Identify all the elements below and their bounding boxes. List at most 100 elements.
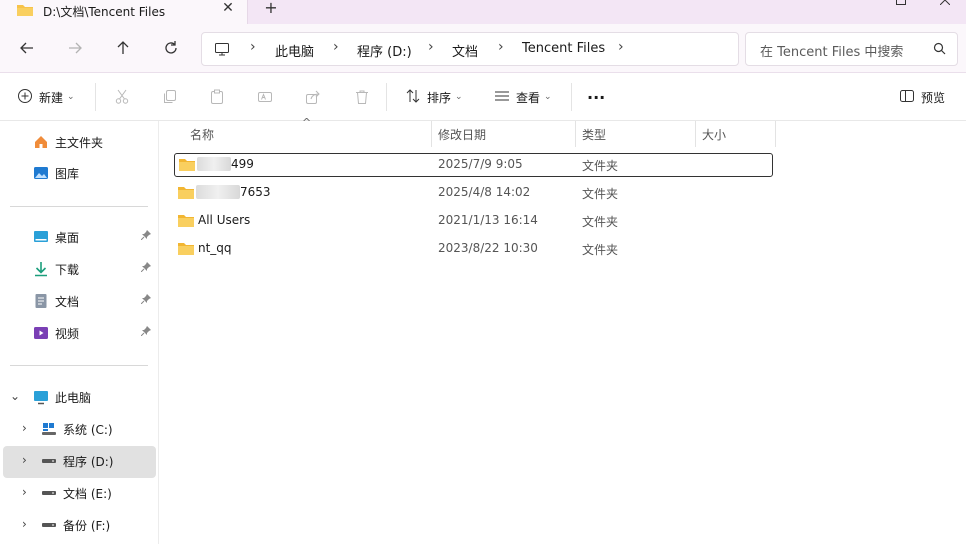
sort-button[interactable]: 排序 ⌄ bbox=[405, 87, 463, 107]
column-divider[interactable] bbox=[431, 121, 432, 147]
sidebar-item-label: 系统 (C:) bbox=[63, 422, 113, 437]
folder-icon bbox=[179, 157, 195, 174]
sidebar-item-this-pc[interactable]: 此电脑 bbox=[32, 383, 91, 411]
column-divider[interactable] bbox=[695, 121, 696, 147]
toolbar-divider bbox=[95, 83, 96, 111]
sidebar-item-videos[interactable]: 视频 bbox=[32, 319, 156, 347]
column-header-size[interactable]: 大小 bbox=[702, 121, 726, 147]
close-tab-button[interactable]: ✕ bbox=[219, 0, 237, 18]
pin-icon[interactable] bbox=[140, 293, 151, 307]
tab-title: D:\文档\Tencent Files bbox=[43, 5, 166, 19]
preview-label: 预览 bbox=[921, 90, 946, 105]
chevron-right-icon[interactable]: › bbox=[618, 39, 624, 55]
chevron-right-icon[interactable]: › bbox=[250, 39, 256, 55]
chevron-right-icon[interactable]: › bbox=[22, 517, 27, 531]
file-name: nt_qq bbox=[198, 241, 232, 255]
file-modified: 2025/4/8 14:02 bbox=[438, 185, 531, 199]
preview-pane-icon bbox=[899, 88, 915, 107]
column-divider[interactable] bbox=[575, 121, 576, 147]
sidebar-item-gallery[interactable]: 图库 bbox=[32, 159, 79, 187]
navigation-bar: › 此电脑 › 程序 (D:) › 文档 › Tencent Files › 在… bbox=[0, 24, 966, 73]
chevron-right-icon[interactable]: › bbox=[498, 39, 504, 55]
sidebar-item-label: 文档 bbox=[55, 294, 80, 309]
search-box[interactable]: 在 Tencent Files 中搜索 bbox=[745, 32, 958, 66]
sidebar-item-drive-f[interactable]: 备份 (F:) bbox=[40, 511, 110, 539]
file-name: 499 bbox=[231, 157, 254, 171]
new-button[interactable]: 新建 ⌄ bbox=[17, 87, 75, 107]
paste-icon[interactable] bbox=[209, 87, 225, 107]
sidebar-item-label: 下载 bbox=[55, 262, 80, 277]
share-icon[interactable] bbox=[305, 87, 321, 107]
sidebar-item-label: 桌面 bbox=[55, 230, 80, 245]
document-icon bbox=[32, 292, 50, 310]
pin-icon[interactable] bbox=[140, 229, 151, 243]
folder-icon bbox=[16, 2, 34, 21]
redacted-name bbox=[196, 185, 240, 199]
sidebar-item-drive-c[interactable]: 系统 (C:) bbox=[40, 415, 113, 443]
chevron-down-icon: ⌄ bbox=[67, 92, 75, 102]
pin-icon[interactable] bbox=[140, 261, 151, 275]
column-divider[interactable] bbox=[775, 121, 776, 147]
delete-icon[interactable] bbox=[354, 87, 370, 107]
rename-icon[interactable] bbox=[257, 87, 273, 107]
gallery-icon bbox=[32, 164, 50, 182]
search-icon[interactable] bbox=[933, 42, 946, 58]
pin-icon[interactable] bbox=[140, 325, 151, 339]
chevron-down-icon[interactable]: ⌄ bbox=[10, 389, 20, 403]
table-row[interactable]: 499 2025/7/9 9:05 文件夹 bbox=[174, 153, 773, 177]
column-header-type[interactable]: 类型 bbox=[582, 121, 606, 147]
file-modified: 2023/8/22 10:30 bbox=[438, 241, 538, 255]
breadcrumb-documents[interactable]: 文档 bbox=[452, 41, 478, 60]
view-label: 查看 bbox=[516, 90, 541, 105]
file-modified: 2021/1/13 16:14 bbox=[438, 213, 538, 227]
file-type: 文件夹 bbox=[582, 243, 619, 257]
redacted-name bbox=[197, 157, 231, 171]
breadcrumb-tencent-files[interactable]: Tencent Files bbox=[522, 41, 605, 56]
sidebar-item-documents[interactable]: 文档 bbox=[32, 287, 156, 315]
sidebar-item-drive-d[interactable]: 程序 (D:) bbox=[40, 447, 113, 475]
up-icon[interactable] bbox=[111, 36, 135, 60]
table-row[interactable]: All Users 2021/1/13 16:14 文件夹 bbox=[174, 210, 771, 232]
preview-button[interactable]: 预览 bbox=[899, 87, 945, 107]
new-tab-button[interactable]: + bbox=[262, 0, 280, 18]
column-header-modified[interactable]: 修改日期 bbox=[438, 121, 486, 147]
back-icon[interactable] bbox=[15, 36, 39, 60]
sidebar-item-label: 备份 (F:) bbox=[63, 518, 111, 533]
sidebar-divider bbox=[10, 206, 148, 207]
breadcrumb-drive-d[interactable]: 程序 (D:) bbox=[357, 41, 412, 60]
breadcrumb-this-pc[interactable]: 此电脑 bbox=[275, 41, 314, 60]
navigation-pane: 主文件夹 图库 桌面 下载 文档 视频 ⌄ 此电脑 › 系统 (C:) › 程序… bbox=[0, 121, 159, 544]
forward-icon[interactable] bbox=[63, 36, 87, 60]
search-placeholder: 在 Tencent Files 中搜索 bbox=[760, 45, 904, 60]
sidebar-item-label: 文档 (E:) bbox=[63, 486, 112, 501]
cut-icon[interactable] bbox=[114, 87, 130, 107]
sort-label: 排序 bbox=[427, 90, 452, 105]
view-list-icon bbox=[494, 88, 510, 107]
sidebar-item-downloads[interactable]: 下载 bbox=[32, 255, 156, 283]
maximize-icon[interactable] bbox=[896, 0, 906, 8]
monitor-icon bbox=[32, 388, 50, 406]
chevron-right-icon[interactable]: › bbox=[22, 421, 27, 435]
column-header-name[interactable]: 名称 bbox=[190, 121, 214, 147]
table-row[interactable]: 7653 2025/4/8 14:02 文件夹 bbox=[174, 182, 771, 204]
chevron-right-icon[interactable]: › bbox=[22, 485, 27, 499]
sidebar-item-home[interactable]: 主文件夹 bbox=[32, 128, 103, 156]
close-window-icon[interactable] bbox=[939, 0, 951, 8]
tab-tencent-files[interactable]: D:\文档\Tencent Files ✕ bbox=[0, 0, 248, 24]
file-list: ^ 名称 修改日期 类型 大小 499 2025/7/9 9:05 文件夹 76… bbox=[159, 116, 966, 544]
view-button[interactable]: 查看 ⌄ bbox=[494, 87, 552, 107]
chevron-right-icon[interactable]: › bbox=[333, 39, 339, 55]
address-bar[interactable]: › 此电脑 › 程序 (D:) › 文档 › Tencent Files › bbox=[201, 32, 739, 66]
chevron-right-icon[interactable]: › bbox=[22, 453, 27, 467]
chevron-down-icon: ⌄ bbox=[544, 92, 552, 102]
refresh-icon[interactable] bbox=[159, 36, 183, 60]
chevron-right-icon[interactable]: › bbox=[428, 39, 434, 55]
more-options-button[interactable]: ··· bbox=[587, 87, 605, 107]
sidebar-item-drive-e[interactable]: 文档 (E:) bbox=[40, 479, 112, 507]
drive-icon bbox=[40, 484, 58, 502]
table-row[interactable]: nt_qq 2023/8/22 10:30 文件夹 bbox=[174, 238, 771, 260]
video-icon bbox=[32, 324, 50, 342]
sidebar-item-desktop[interactable]: 桌面 bbox=[32, 223, 156, 251]
copy-icon[interactable] bbox=[161, 87, 177, 107]
download-icon bbox=[32, 260, 50, 278]
